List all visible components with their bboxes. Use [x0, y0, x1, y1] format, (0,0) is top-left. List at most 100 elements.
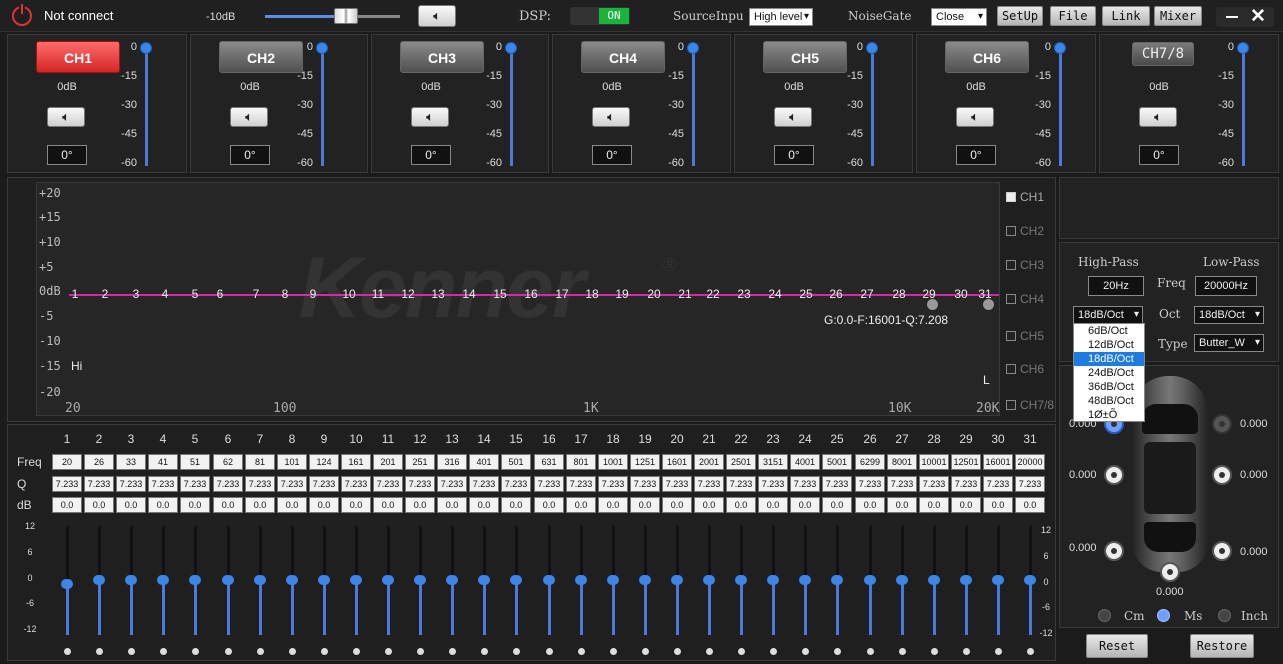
eq-band-bypass-29[interactable] — [963, 648, 970, 655]
eq-db-cell-22[interactable]: 0.0 — [726, 497, 756, 513]
eq-q-cell-27[interactable]: 7.233 — [887, 476, 917, 492]
channel-mute-button-7[interactable]: 🔈︎ — [1139, 107, 1177, 127]
eq-gain-track-29[interactable] — [965, 581, 968, 635]
channel-check-7[interactable]: CH7/8 — [1006, 398, 1066, 412]
eq-gain-handle-30[interactable] — [992, 575, 1004, 585]
eq-db-cell-31[interactable]: 0.0 — [1015, 497, 1045, 513]
eq-gain-track-top-10[interactable] — [355, 526, 358, 581]
dsp-toggle[interactable]: ON — [570, 7, 630, 25]
eq-freq-cell-9[interactable]: 124 — [309, 454, 339, 470]
eq-band-marker-30[interactable]: 30 — [951, 287, 971, 301]
oct-option-7[interactable]: 1Ø±Õ — [1074, 408, 1144, 422]
eq-db-cell-26[interactable]: 0.0 — [855, 497, 885, 513]
channel-phase-3[interactable]: 0° — [411, 145, 451, 165]
eq-db-cell-7[interactable]: 0.0 — [245, 497, 275, 513]
channel-mute-button-5[interactable]: 🔈︎ — [774, 107, 812, 127]
eq-gain-track-10[interactable] — [355, 581, 358, 635]
eq-band-bypass-11[interactable] — [385, 648, 392, 655]
restore-button[interactable]: Restore — [1190, 634, 1254, 658]
eq-band-marker-23[interactable]: 23 — [734, 287, 754, 301]
eq-gain-track-top-23[interactable] — [772, 526, 775, 581]
channel-mute-button-3[interactable]: 🔈︎ — [411, 107, 449, 127]
eq-band-bypass-31[interactable] — [1027, 648, 1034, 655]
eq-db-cell-12[interactable]: 0.0 — [405, 497, 435, 513]
eq-q-cell-23[interactable]: 7.233 — [758, 476, 788, 492]
eq-db-cell-16[interactable]: 0.0 — [534, 497, 564, 513]
channel-phase-1[interactable]: 0° — [47, 145, 87, 165]
channel-level-handle-5[interactable] — [866, 42, 878, 54]
eq-band-marker-26[interactable]: 26 — [826, 287, 846, 301]
channel-phase-4[interactable]: 0° — [592, 145, 632, 165]
eq-freq-cell-25[interactable]: 5001 — [822, 454, 852, 470]
eq-freq-cell-12[interactable]: 251 — [405, 454, 435, 470]
eq-gain-handle-27[interactable] — [896, 575, 908, 585]
master-volume-handle[interactable] — [334, 8, 358, 24]
eq-gain-track-12[interactable] — [419, 581, 422, 635]
eq-db-cell-29[interactable]: 0.0 — [951, 497, 981, 513]
eq-q-cell-24[interactable]: 7.233 — [790, 476, 820, 492]
eq-band-bypass-9[interactable] — [321, 648, 328, 655]
eq-db-cell-19[interactable]: 0.0 — [630, 497, 660, 513]
eq-gain-track-top-31[interactable] — [1029, 526, 1032, 581]
eq-q-cell-9[interactable]: 7.233 — [309, 476, 339, 492]
eq-gain-handle-2[interactable] — [93, 575, 105, 585]
channel-check-5[interactable]: CH5 — [1006, 329, 1066, 343]
eq-band-marker-6[interactable]: 6 — [210, 287, 230, 301]
eq-db-cell-21[interactable]: 0.0 — [694, 497, 724, 513]
eq-gain-handle-9[interactable] — [318, 575, 330, 585]
channel-level-handle-7[interactable] — [1237, 42, 1249, 54]
channel-level-track-4[interactable] — [692, 48, 695, 166]
eq-band-bypass-7[interactable] — [257, 648, 264, 655]
eq-freq-cell-3[interactable]: 33 — [116, 454, 146, 470]
eq-band-bypass-30[interactable] — [995, 648, 1002, 655]
eq-band-marker-4[interactable]: 4 — [155, 287, 175, 301]
link-button[interactable]: Link — [1102, 6, 1150, 26]
eq-gain-track-top-26[interactable] — [869, 526, 872, 581]
channel-check-4[interactable]: CH4 — [1006, 292, 1066, 306]
eq-freq-cell-30[interactable]: 16001 — [983, 454, 1013, 470]
eq-band-bypass-14[interactable] — [481, 648, 488, 655]
channel-check-3[interactable]: CH3 — [1006, 258, 1066, 272]
eq-freq-cell-20[interactable]: 1601 — [662, 454, 692, 470]
eq-gain-track-top-3[interactable] — [130, 526, 133, 581]
eq-freq-cell-31[interactable]: 20000 — [1015, 454, 1045, 470]
eq-gain-track-18[interactable] — [612, 581, 615, 635]
eq-q-cell-31[interactable]: 7.233 — [1015, 476, 1045, 492]
eq-gain-track-top-17[interactable] — [580, 526, 583, 581]
eq-band-marker-18[interactable]: 18 — [582, 287, 602, 301]
eq-q-cell-10[interactable]: 7.233 — [341, 476, 371, 492]
eq-gain-track-5[interactable] — [194, 581, 197, 635]
channel-button-1[interactable]: CH1 — [36, 41, 120, 73]
eq-freq-cell-15[interactable]: 501 — [501, 454, 531, 470]
unit-ms-radio[interactable] — [1157, 609, 1170, 622]
eq-gain-track-top-7[interactable] — [259, 526, 262, 581]
channel-level-track-3[interactable] — [510, 48, 513, 166]
eq-gain-handle-28[interactable] — [928, 575, 940, 585]
eq-q-cell-26[interactable]: 7.233 — [855, 476, 885, 492]
eq-freq-cell-1[interactable]: 20 — [52, 454, 82, 470]
speaker-rear-left-icon[interactable] — [1104, 541, 1124, 561]
channel-button-3[interactable]: CH3 — [400, 41, 484, 73]
channel-mute-button-4[interactable]: 🔈︎ — [592, 107, 630, 127]
eq-band-bypass-18[interactable] — [610, 648, 617, 655]
eq-band-marker-5[interactable]: 5 — [185, 287, 205, 301]
eq-gain-track-top-15[interactable] — [515, 526, 518, 581]
eq-q-cell-28[interactable]: 7.233 — [919, 476, 949, 492]
eq-band-marker-28[interactable]: 28 — [889, 287, 909, 301]
eq-gain-track-23[interactable] — [772, 581, 775, 635]
oct-option-1[interactable]: 6dB/Oct — [1074, 324, 1144, 338]
eq-freq-cell-14[interactable]: 401 — [469, 454, 499, 470]
eq-q-cell-21[interactable]: 7.233 — [694, 476, 724, 492]
eq-gain-track-6[interactable] — [227, 581, 230, 635]
file-button[interactable]: File — [1050, 6, 1096, 26]
eq-freq-cell-21[interactable]: 2001 — [694, 454, 724, 470]
eq-band-marker-14[interactable]: 14 — [459, 287, 479, 301]
channel-level-track-1[interactable] — [145, 48, 148, 166]
eq-band-bypass-16[interactable] — [546, 648, 553, 655]
eq-q-cell-4[interactable]: 7.233 — [148, 476, 178, 492]
eq-db-cell-18[interactable]: 0.0 — [598, 497, 628, 513]
speaker-tweeter-right-icon[interactable] — [1212, 414, 1232, 434]
eq-band-bypass-26[interactable] — [867, 648, 874, 655]
eq-gain-handle-15[interactable] — [510, 575, 522, 585]
eq-gain-handle-11[interactable] — [382, 575, 394, 585]
